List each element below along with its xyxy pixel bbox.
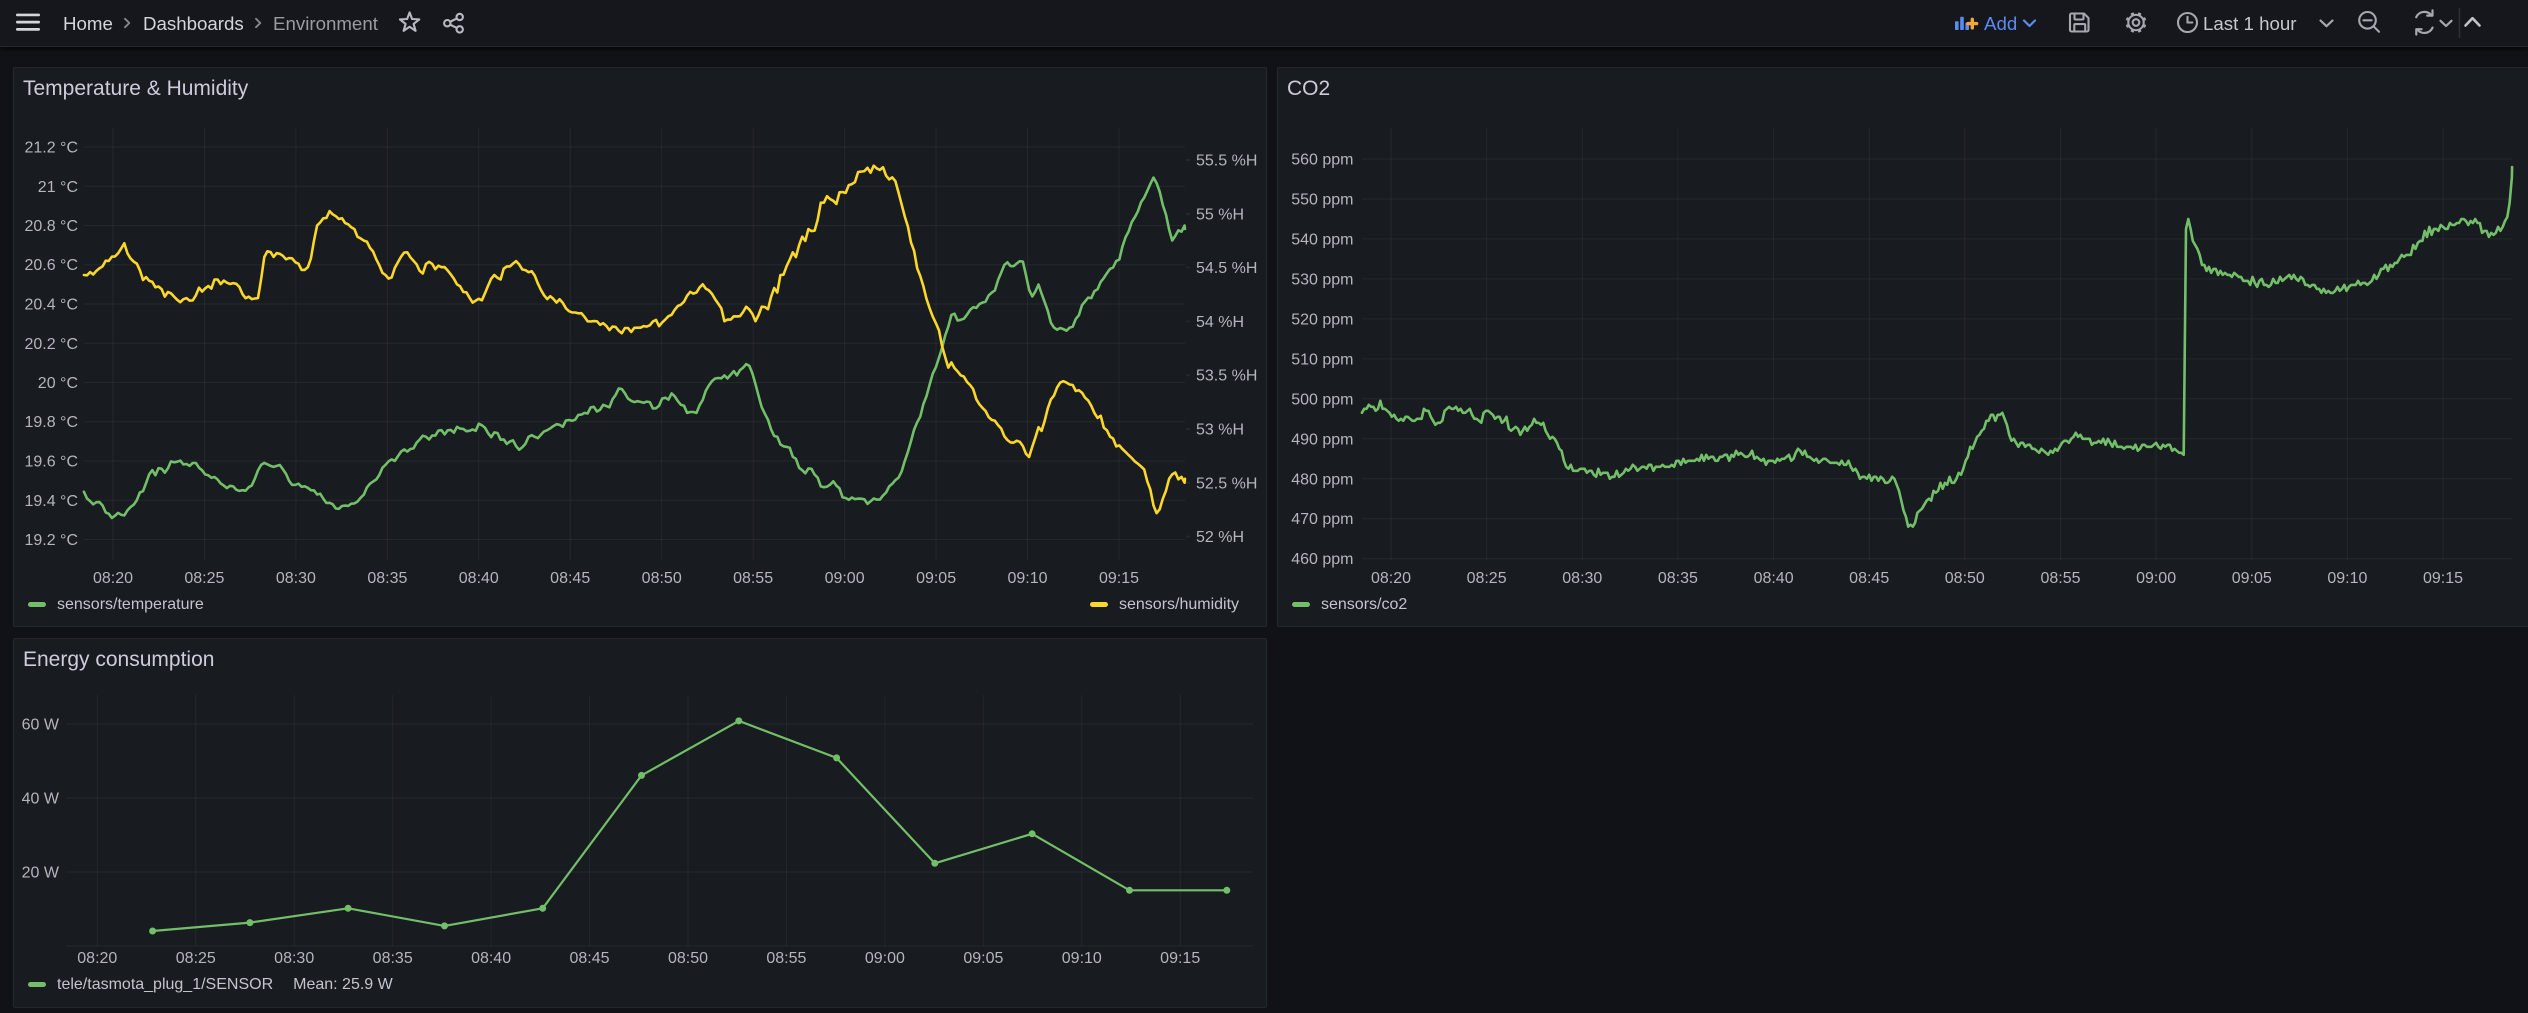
svg-text:52 %H: 52 %H	[1196, 529, 1244, 546]
svg-text:08:25: 08:25	[184, 570, 224, 587]
svg-text:510 ppm: 510 ppm	[1291, 351, 1353, 368]
svg-text:09:00: 09:00	[865, 950, 905, 967]
svg-text:53.5 %H: 53.5 %H	[1196, 368, 1257, 385]
svg-text:09:15: 09:15	[2423, 570, 2463, 587]
svg-text:08:30: 08:30	[274, 950, 314, 967]
svg-text:08:40: 08:40	[459, 570, 499, 587]
svg-text:54 %H: 54 %H	[1196, 314, 1244, 331]
svg-text:09:10: 09:10	[1062, 950, 1102, 967]
svg-text:09:05: 09:05	[2232, 570, 2272, 587]
svg-text:09:15: 09:15	[1160, 950, 1200, 967]
svg-text:08:35: 08:35	[367, 570, 407, 587]
svg-text:20 W: 20 W	[22, 865, 60, 882]
svg-text:53 %H: 53 %H	[1196, 422, 1244, 439]
svg-text:480 ppm: 480 ppm	[1291, 471, 1353, 488]
svg-text:21 °C: 21 °C	[38, 179, 78, 196]
svg-text:55 %H: 55 %H	[1196, 206, 1244, 223]
svg-text:20.8 °C: 20.8 °C	[24, 218, 78, 235]
svg-text:08:20: 08:20	[93, 570, 133, 587]
svg-text:550 ppm: 550 ppm	[1291, 192, 1353, 209]
svg-text:19.6 °C: 19.6 °C	[24, 454, 78, 471]
svg-text:09:15: 09:15	[1099, 570, 1139, 587]
svg-text:08:35: 08:35	[373, 950, 413, 967]
svg-text:21.2 °C: 21.2 °C	[24, 140, 78, 157]
svg-text:20.2 °C: 20.2 °C	[24, 336, 78, 353]
svg-text:09:00: 09:00	[825, 570, 865, 587]
svg-text:08:30: 08:30	[276, 570, 316, 587]
svg-text:08:55: 08:55	[766, 950, 806, 967]
svg-text:08:20: 08:20	[77, 950, 117, 967]
svg-text:08:45: 08:45	[1849, 570, 1889, 587]
svg-text:08:25: 08:25	[176, 950, 216, 967]
svg-text:08:30: 08:30	[1562, 570, 1602, 587]
svg-text:20 °C: 20 °C	[38, 375, 78, 392]
svg-text:60 W: 60 W	[22, 717, 60, 734]
svg-text:09:00: 09:00	[2136, 570, 2176, 587]
svg-text:08:40: 08:40	[471, 950, 511, 967]
svg-text:08:50: 08:50	[642, 570, 682, 587]
svg-text:560 ppm: 560 ppm	[1291, 152, 1353, 169]
svg-text:20.4 °C: 20.4 °C	[24, 297, 78, 314]
svg-text:52.5 %H: 52.5 %H	[1196, 475, 1257, 492]
svg-text:08:45: 08:45	[550, 570, 590, 587]
svg-text:40 W: 40 W	[22, 791, 60, 808]
svg-text:09:05: 09:05	[963, 950, 1003, 967]
svg-text:20.6 °C: 20.6 °C	[24, 257, 78, 274]
svg-text:530 ppm: 530 ppm	[1291, 271, 1353, 288]
svg-text:08:55: 08:55	[2040, 570, 2080, 587]
svg-text:09:05: 09:05	[916, 570, 956, 587]
svg-text:490 ppm: 490 ppm	[1291, 431, 1353, 448]
svg-text:520 ppm: 520 ppm	[1291, 311, 1353, 328]
svg-text:08:55: 08:55	[733, 570, 773, 587]
svg-text:460 ppm: 460 ppm	[1291, 551, 1353, 568]
svg-text:470 ppm: 470 ppm	[1291, 511, 1353, 528]
svg-text:19.4 °C: 19.4 °C	[24, 493, 78, 510]
svg-text:54.5 %H: 54.5 %H	[1196, 260, 1257, 277]
svg-text:09:10: 09:10	[2327, 570, 2367, 587]
svg-text:540 ppm: 540 ppm	[1291, 231, 1353, 248]
svg-text:09:10: 09:10	[1007, 570, 1047, 587]
svg-text:500 ppm: 500 ppm	[1291, 391, 1353, 408]
svg-text:08:50: 08:50	[668, 950, 708, 967]
svg-text:08:45: 08:45	[569, 950, 609, 967]
svg-text:08:35: 08:35	[1658, 570, 1698, 587]
svg-text:08:25: 08:25	[1467, 570, 1507, 587]
svg-text:08:50: 08:50	[1945, 570, 1985, 587]
svg-text:19.2 °C: 19.2 °C	[24, 532, 78, 549]
svg-text:08:40: 08:40	[1754, 570, 1794, 587]
svg-text:55.5 %H: 55.5 %H	[1196, 153, 1257, 170]
svg-text:19.8 °C: 19.8 °C	[24, 414, 78, 431]
svg-text:08:20: 08:20	[1371, 570, 1411, 587]
